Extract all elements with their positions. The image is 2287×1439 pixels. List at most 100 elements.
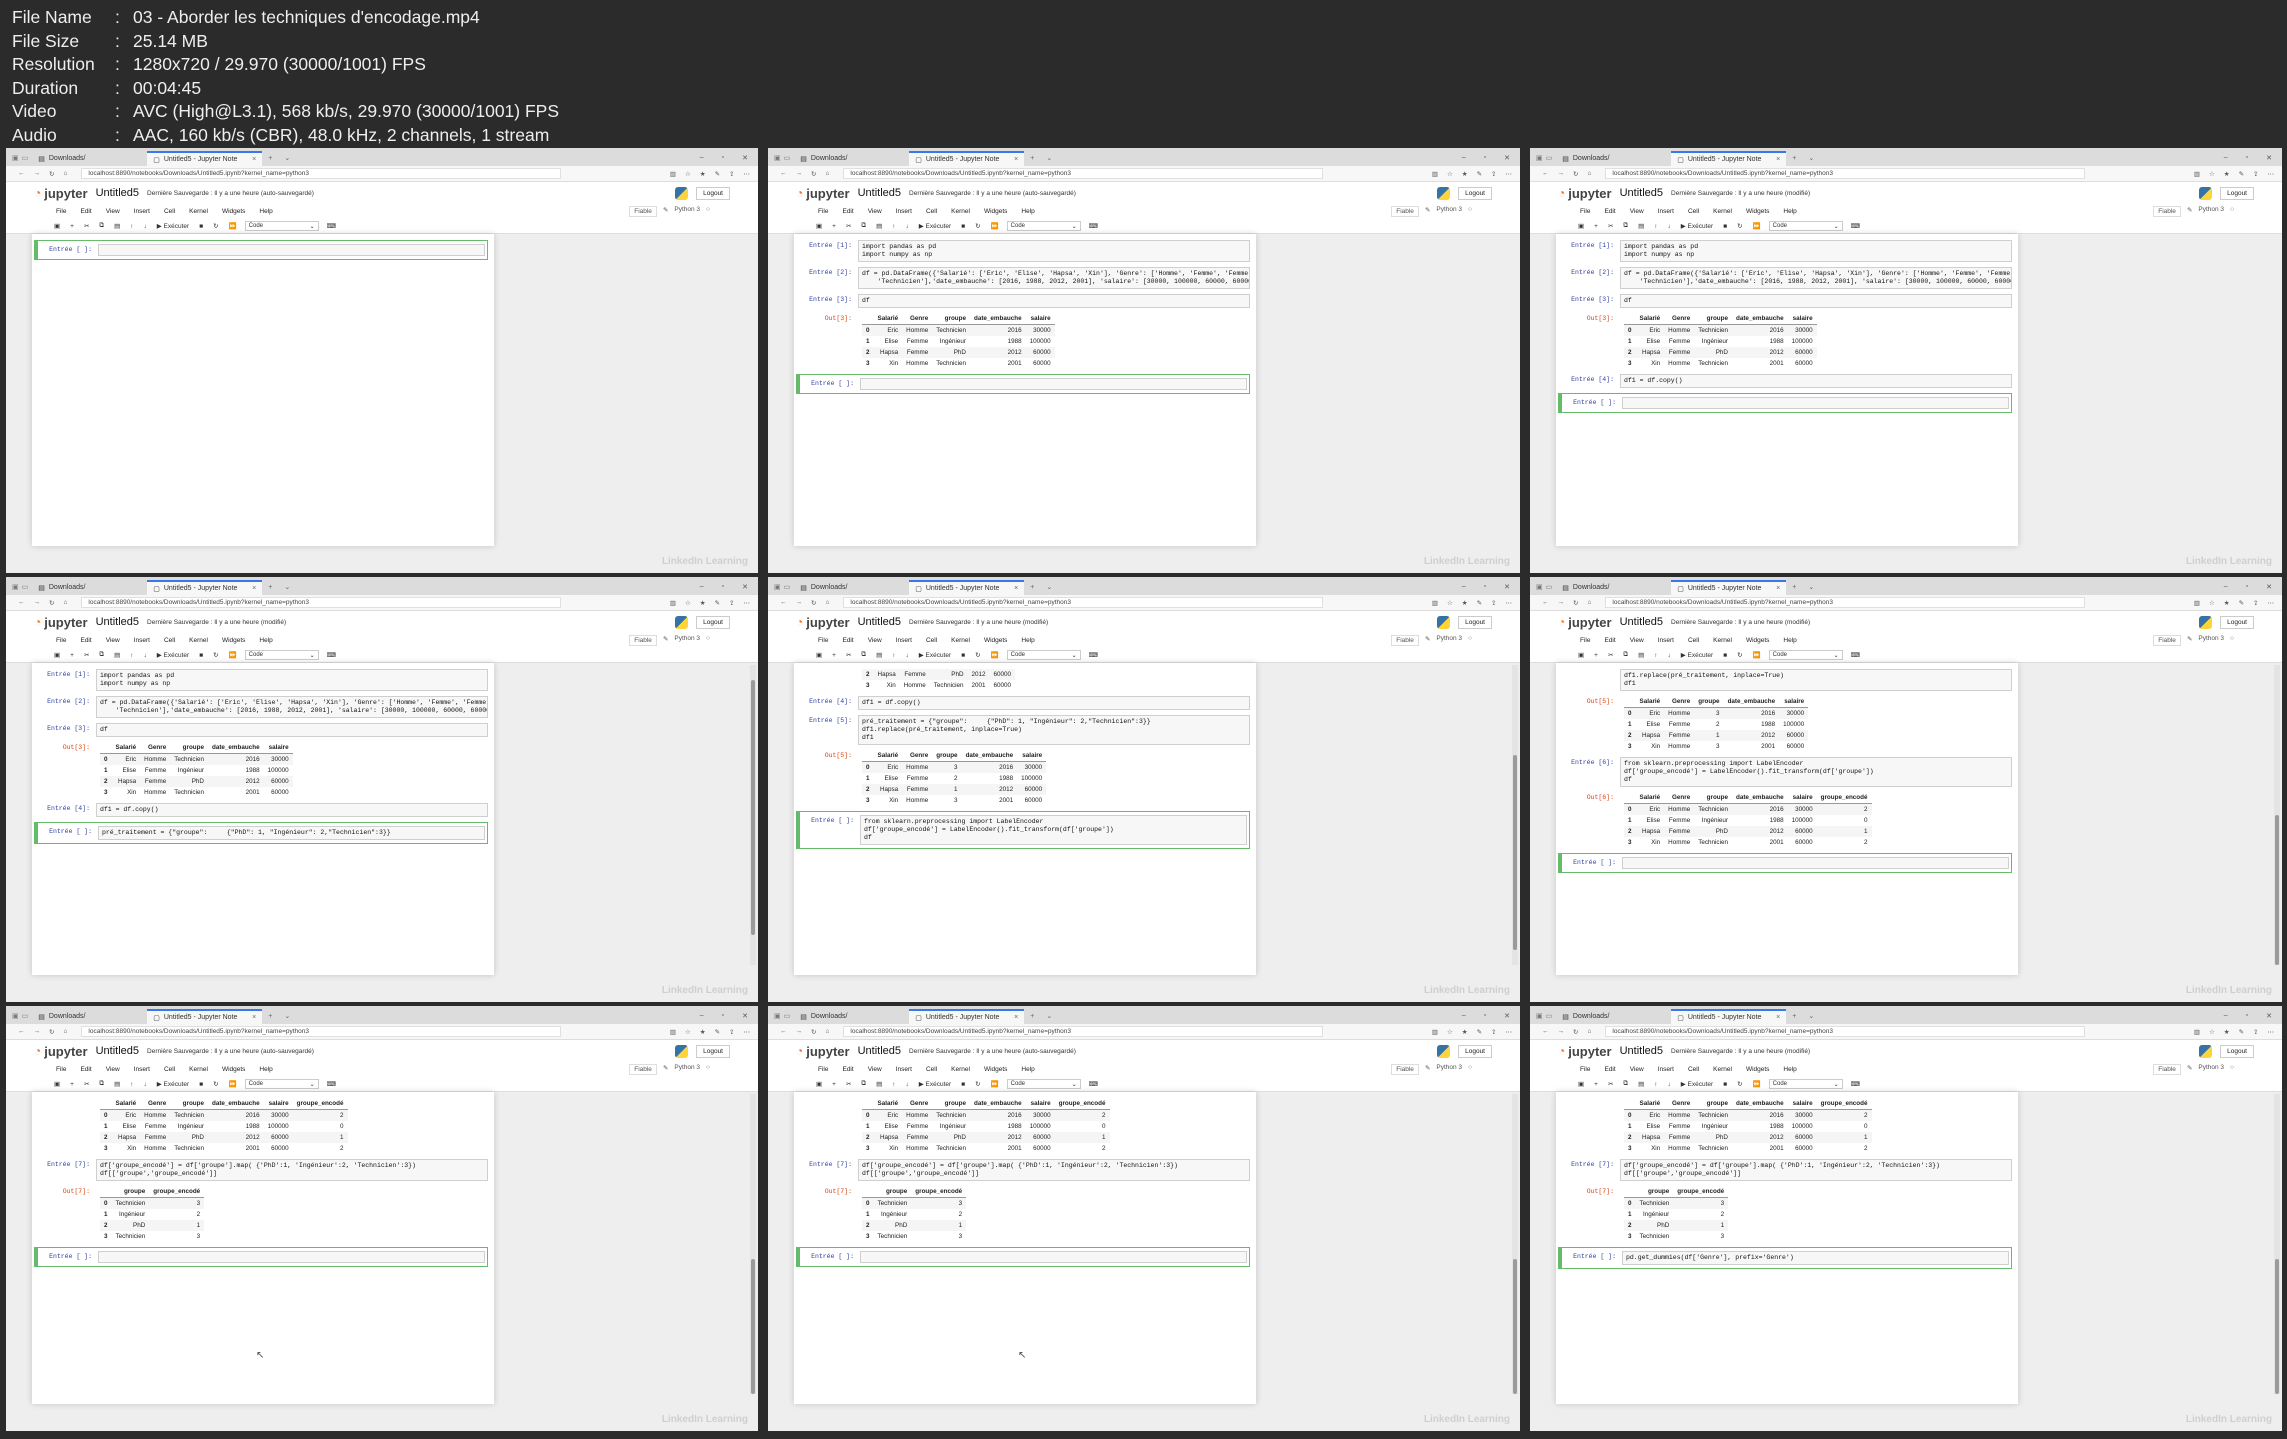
scrollbar-thumb[interactable]: [1513, 755, 1517, 950]
add-cell-icon[interactable]: +: [830, 1081, 838, 1088]
move-up-icon[interactable]: ↑: [1652, 652, 1659, 659]
code-cell[interactable]: df1.replace(pré_traitement, inplace=True…: [1562, 669, 2012, 691]
menu-item[interactable]: Widgets: [1746, 1066, 1769, 1073]
menu-item[interactable]: View: [106, 1066, 120, 1073]
minimize-icon[interactable]: –: [1462, 583, 1466, 591]
paste-icon[interactable]: ▤: [1636, 222, 1646, 230]
tab-actions-icon[interactable]: ▣: [774, 154, 781, 162]
menu-item[interactable]: File: [56, 208, 66, 215]
code-editor[interactable]: df1 = df.copy(): [858, 696, 1250, 710]
url-input[interactable]: localhost:8890/notebooks/Downloads/Untit…: [843, 168, 1324, 179]
more-icon[interactable]: ⋯: [1506, 170, 1513, 178]
code-cell[interactable]: Entrée [2]: df = pd.DataFrame({'Salarié':…: [1562, 267, 2012, 289]
code-cell[interactable]: Entrée [3]: df: [1562, 294, 2012, 308]
code-editor[interactable]: df = pd.DataFrame({'Salarié': ['Eric', '…: [1620, 267, 2012, 289]
run-button[interactable]: ▶ Exécuter: [1679, 222, 1715, 230]
maximize-icon[interactable]: ▫: [722, 154, 724, 162]
tab-downloads[interactable]: ▤ Downloads/: [32, 1009, 147, 1024]
stop-icon[interactable]: ■: [959, 1081, 967, 1088]
kernel-name[interactable]: Python 3: [2198, 206, 2224, 217]
pencil-icon[interactable]: ✎: [663, 206, 668, 217]
close-icon[interactable]: ×: [252, 156, 256, 163]
code-editor[interactable]: import pandas as pd import numpy as np: [96, 669, 488, 691]
code-editor[interactable]: from sklearn.preprocessing import LabelE…: [860, 815, 1247, 845]
reading-view-icon[interactable]: ▥: [2194, 170, 2200, 178]
code-cell[interactable]: Entrée [ ]:: [34, 240, 488, 260]
cell-type-select[interactable]: Code ⌄: [244, 1079, 319, 1089]
move-down-icon[interactable]: ↓: [141, 652, 148, 659]
tab-jupyter[interactable]: ▢ Untitled5 - Jupyter Note ×: [909, 151, 1025, 166]
chevron-down-icon[interactable]: ⌄: [1040, 583, 1058, 595]
code-cell[interactable]: Entrée [ ]: pré_traitement = {"groupe": {…: [34, 822, 488, 844]
code-editor[interactable]: import pandas as pd import numpy as np: [1620, 240, 2012, 262]
notebook-title[interactable]: Untitled5: [1620, 616, 1663, 628]
keyboard-icon[interactable]: ⌨: [325, 222, 338, 230]
code-cell[interactable]: Entrée [4]: df1 = df.copy(): [800, 696, 1250, 710]
trusted-badge[interactable]: Fiable: [629, 206, 657, 217]
share-icon[interactable]: ⇪: [2253, 1028, 2258, 1036]
tab-list-icon[interactable]: ▭: [784, 1012, 791, 1020]
save-icon[interactable]: ▣: [1576, 1080, 1586, 1088]
chevron-down-icon[interactable]: ⌄: [1040, 1012, 1058, 1024]
arrow-left-icon[interactable]: ←: [1542, 599, 1549, 607]
close-icon[interactable]: ×: [1776, 1014, 1780, 1021]
star-icon[interactable]: ☆: [1447, 170, 1453, 178]
minimize-icon[interactable]: –: [2224, 1012, 2228, 1020]
window-close-icon[interactable]: ✕: [742, 154, 748, 162]
keyboard-icon[interactable]: ⌨: [325, 1080, 338, 1088]
trusted-badge[interactable]: Fiable: [1391, 635, 1419, 646]
chevron-down-icon[interactable]: ⌄: [278, 1012, 296, 1024]
code-cell[interactable]: Entrée [2]: df = pd.DataFrame({'Salarié':…: [800, 267, 1250, 289]
menu-item[interactable]: Help: [1021, 637, 1034, 644]
share-icon[interactable]: ⇪: [729, 170, 734, 178]
share-icon[interactable]: ⇪: [2253, 170, 2258, 178]
arrow-left-icon[interactable]: ←: [780, 170, 787, 178]
reload-icon[interactable]: ↻: [1573, 1028, 1578, 1036]
tab-jupyter[interactable]: ▢ Untitled5 - Jupyter Note ×: [1671, 1009, 1787, 1024]
favorites-icon[interactable]: ★: [2224, 170, 2230, 178]
arrow-left-icon[interactable]: ←: [780, 1028, 787, 1036]
move-up-icon[interactable]: ↑: [128, 223, 135, 230]
menu-item[interactable]: View: [106, 637, 120, 644]
menu-item[interactable]: File: [1580, 208, 1590, 215]
url-input[interactable]: localhost:8890/notebooks/Downloads/Untit…: [81, 597, 562, 608]
maximize-icon[interactable]: ▫: [722, 583, 724, 591]
close-icon[interactable]: ×: [1776, 156, 1780, 163]
arrow-left-icon[interactable]: ←: [1542, 170, 1549, 178]
vertical-scrollbar[interactable]: [2274, 665, 2280, 965]
vertical-scrollbar[interactable]: [750, 665, 756, 965]
paste-icon[interactable]: ▤: [1636, 651, 1646, 659]
save-icon[interactable]: ▣: [1576, 651, 1586, 659]
code-editor[interactable]: df = pd.DataFrame({'Salarié': ['Eric', '…: [858, 267, 1250, 289]
reading-view-icon[interactable]: ▥: [1432, 599, 1438, 607]
copy-icon[interactable]: ⧉: [859, 222, 868, 230]
arrow-right-icon[interactable]: →: [1558, 1028, 1565, 1036]
pencil-icon[interactable]: ✎: [2187, 1064, 2192, 1075]
menu-item[interactable]: Insert: [896, 1066, 912, 1073]
menu-item[interactable]: File: [818, 208, 828, 215]
menu-item[interactable]: View: [106, 208, 120, 215]
menu-item[interactable]: Kernel: [189, 1066, 208, 1073]
tab-list-icon[interactable]: ▭: [784, 583, 791, 591]
tab-actions-icon[interactable]: ▣: [774, 1012, 781, 1020]
kernel-name[interactable]: Python 3: [1436, 1064, 1462, 1075]
code-cell[interactable]: Entrée [3]: df: [38, 723, 488, 737]
stop-icon[interactable]: ■: [959, 652, 967, 659]
move-up-icon[interactable]: ↑: [128, 1081, 135, 1088]
tab-downloads[interactable]: ▤ Downloads/: [794, 151, 909, 166]
pen-icon[interactable]: ✎: [2239, 170, 2244, 178]
reading-view-icon[interactable]: ▥: [2194, 1028, 2200, 1036]
run-button[interactable]: ▶ Exécuter: [1679, 651, 1715, 659]
chevron-down-icon[interactable]: ⌄: [1802, 154, 1820, 166]
menu-item[interactable]: Insert: [1658, 637, 1674, 644]
chevron-down-icon[interactable]: ⌄: [1802, 583, 1820, 595]
arrow-right-icon[interactable]: →: [34, 170, 41, 178]
url-input[interactable]: localhost:8890/notebooks/Downloads/Untit…: [1605, 1026, 2086, 1037]
code-editor[interactable]: import pandas as pd import numpy as np: [858, 240, 1250, 262]
move-down-icon[interactable]: ↓: [1665, 223, 1672, 230]
menu-item[interactable]: Insert: [1658, 1066, 1674, 1073]
add-cell-icon[interactable]: +: [830, 223, 838, 230]
restart-icon[interactable]: ↻: [1735, 651, 1744, 659]
star-icon[interactable]: ☆: [685, 599, 691, 607]
menu-item[interactable]: Edit: [1604, 637, 1615, 644]
